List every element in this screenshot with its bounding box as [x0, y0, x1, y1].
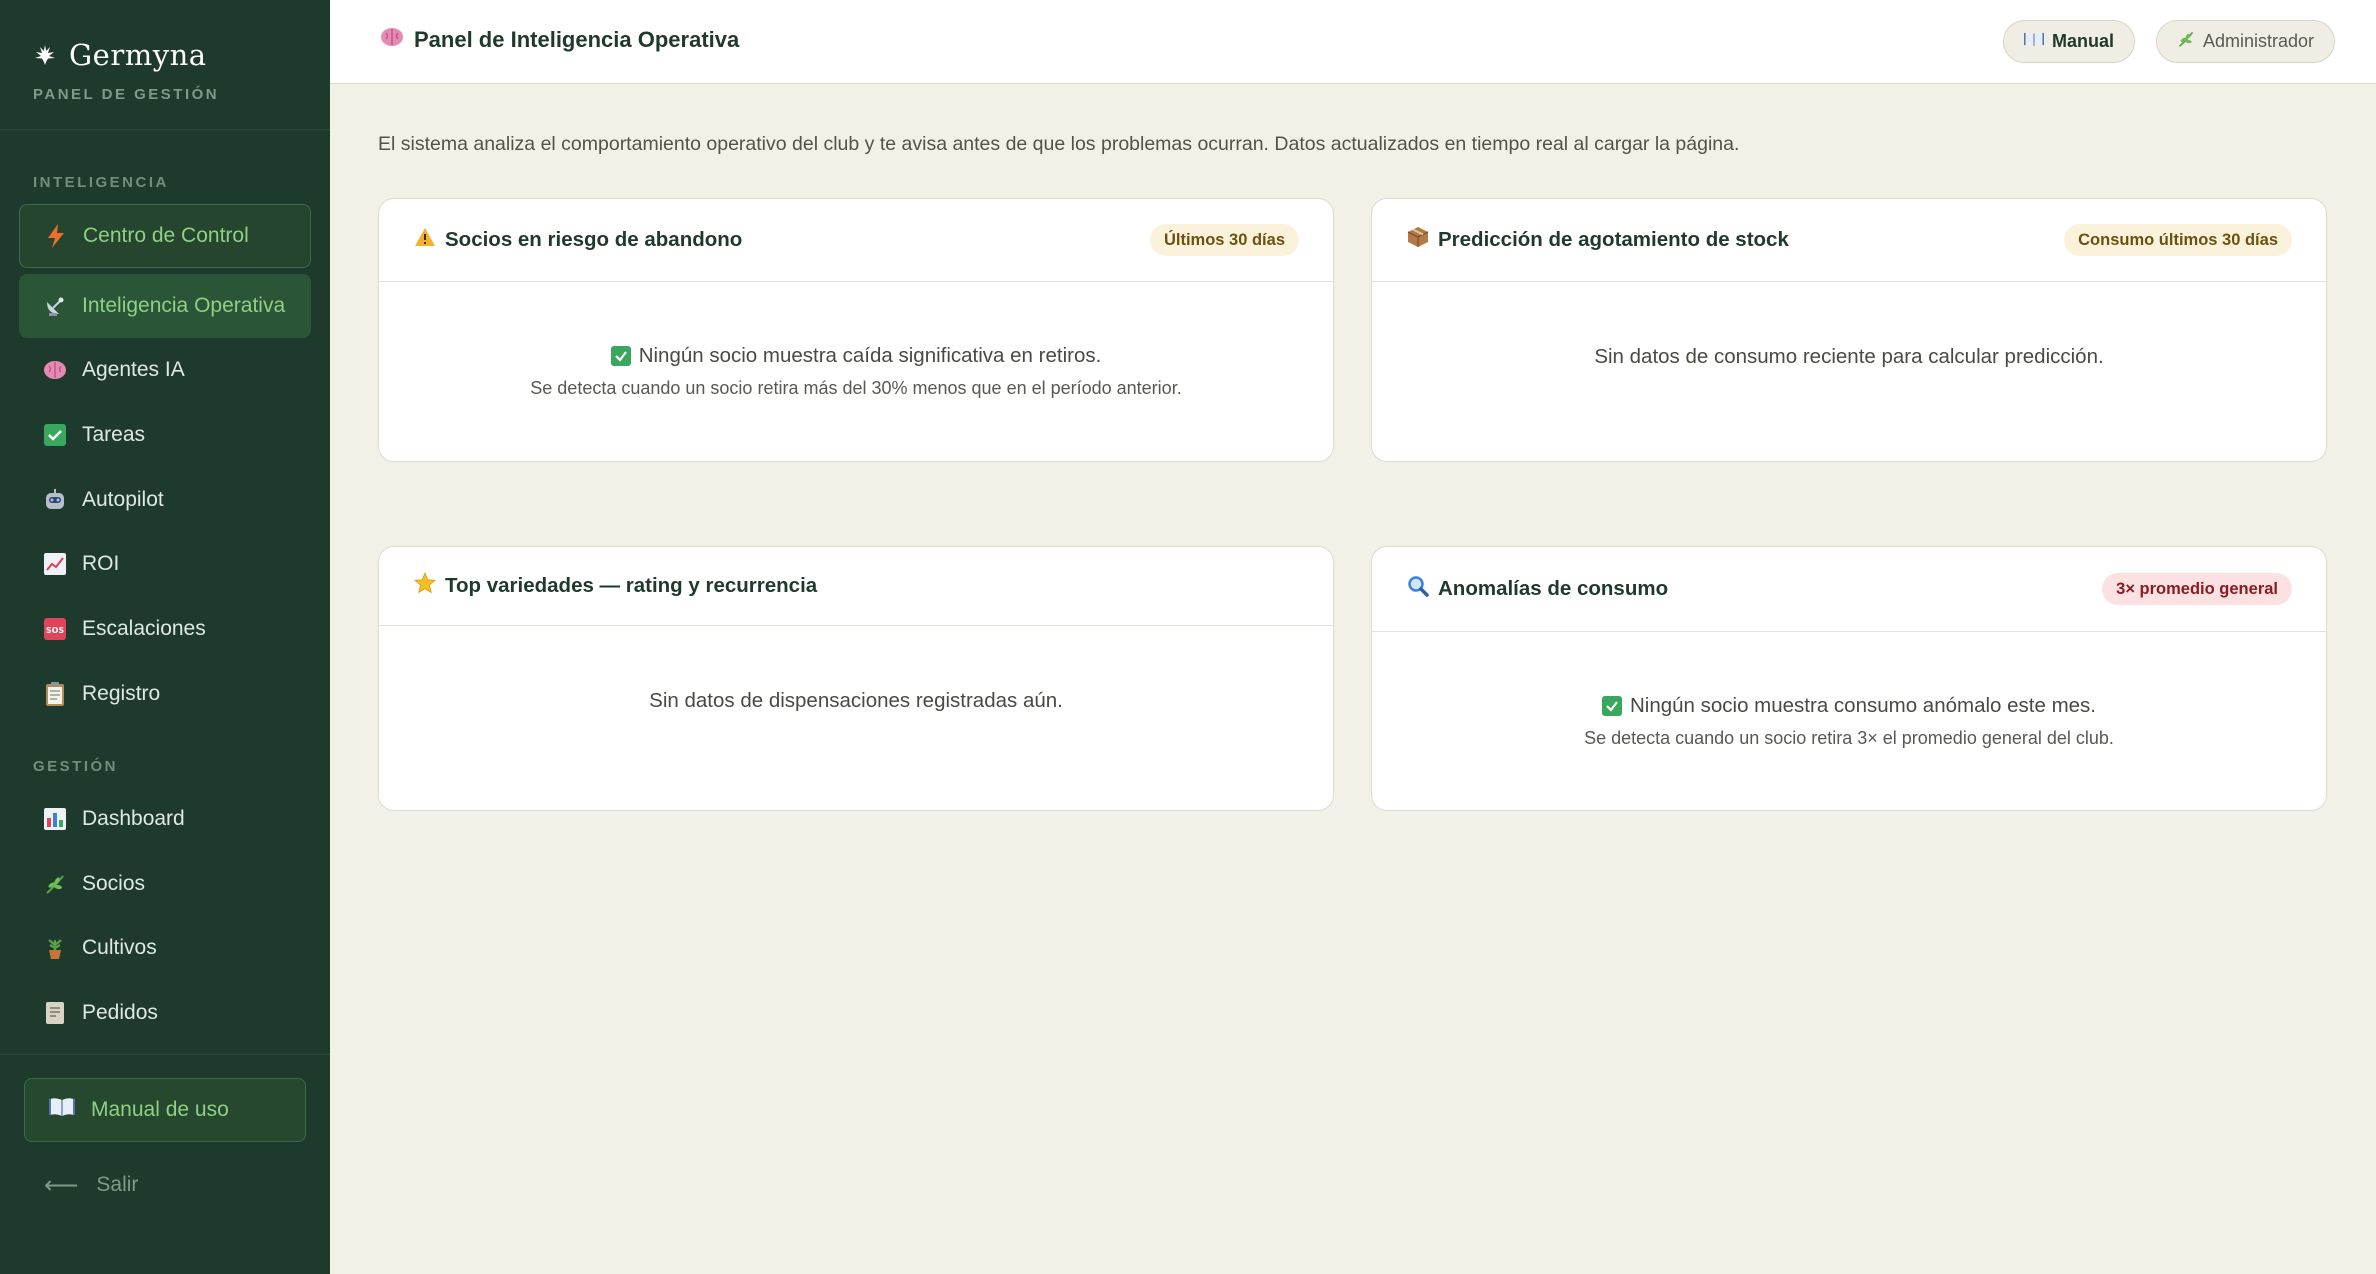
brand-subtitle: PANEL DE GESTIÓN — [33, 86, 220, 103]
manual-de-uso-label: Manual de uso — [91, 1098, 229, 1121]
card-header: Top variedades — rating y recurrencia — [379, 547, 1333, 626]
card-title-text: Anomalías de consumo — [1438, 577, 1669, 600]
user-menu-button[interactable]: Administrador — [2156, 20, 2336, 63]
status-message: Ningún socio muestra caída significativa… — [610, 344, 1102, 368]
card-title: Anomalías de consumo — [1407, 575, 1668, 603]
sidebar-item-socios[interactable]: Socios — [19, 852, 311, 916]
card-header: Anomalías de consumo 3× promedio general — [1372, 547, 2326, 632]
sidebar-item-escalaciones[interactable]: SOS Escalaciones — [19, 597, 311, 661]
consumption-anomalies-card: Anomalías de consumo 3× promedio general… — [1371, 546, 2327, 811]
sidebar-item-label: Registro — [82, 682, 161, 705]
sidebar-item-cultivos[interactable]: Cultivos — [19, 916, 311, 980]
brand: Germyna PANEL DE GESTIÓN — [0, 0, 330, 130]
card-body: Ningún socio muestra consumo anómalo est… — [1372, 632, 2326, 749]
arrow-left-icon: ⟵ — [44, 1171, 79, 1199]
page-title: Panel de Inteligencia Operativa — [380, 26, 739, 54]
sidebar-item-dashboard[interactable]: Dashboard — [19, 787, 311, 851]
sidebar-item-autopilot[interactable]: Autopilot — [19, 468, 311, 532]
sidebar-item-label: Cultivos — [82, 936, 157, 959]
star-icon — [413, 571, 437, 600]
manual-de-uso-button[interactable]: Manual de uso — [24, 1078, 306, 1142]
sidebar-item-label: Centro de Control — [83, 224, 249, 247]
sidebar-item-label: Inteligencia Operativa — [82, 294, 286, 317]
threshold-badge: 3× promedio general — [2102, 573, 2292, 605]
clipboard-icon — [42, 681, 68, 707]
sidebar-item-label: ROI — [82, 552, 120, 575]
intro-text: El sistema analiza el comportamiento ope… — [378, 133, 1740, 155]
satellite-dish-icon — [42, 293, 68, 319]
open-book-icon — [49, 1097, 75, 1123]
sidebar-divider — [0, 1054, 330, 1055]
card-body: Ningún socio muestra caída significativa… — [379, 282, 1333, 399]
sos-icon: SOS — [42, 616, 68, 642]
magnifier-icon — [1407, 575, 1429, 603]
sidebar-item-roi[interactable]: ROI — [19, 532, 311, 596]
status-message: Sin datos de dispensaciones registradas … — [649, 689, 1063, 712]
sidebar-item-centro-de-control[interactable]: Centro de Control — [19, 204, 311, 268]
cannabis-leaf-icon — [33, 43, 57, 67]
sidebar-item-registro[interactable]: Registro — [19, 662, 311, 726]
top-header: Panel de Inteligencia Operativa Manual A… — [330, 0, 2376, 84]
brand-name: Germyna — [69, 38, 207, 72]
sidebar-item-label: Escalaciones — [82, 617, 206, 640]
card-body: Sin datos de consumo reciente para calcu… — [1372, 282, 2326, 369]
sidebar: Germyna PANEL DE GESTIÓN INTELIGENCIA Ce… — [0, 0, 330, 1274]
status-detail: Se detecta cuando un socio retira 3× el … — [1584, 728, 2114, 748]
check-box-icon — [1601, 696, 1622, 716]
sidebar-item-pedidos[interactable]: Pedidos — [19, 981, 311, 1045]
bar-chart-icon — [42, 806, 68, 832]
status-message-text: Ningún socio muestra consumo anómalo est… — [1629, 694, 2097, 717]
card-header: Socios en riesgo de abandono Últimos 30 … — [379, 199, 1333, 282]
status-message-text: Ningún socio muestra caída significativa… — [638, 344, 1102, 367]
manual-button[interactable]: Manual — [2003, 20, 2136, 63]
robot-icon — [42, 487, 68, 513]
period-badge: Consumo últimos 30 días — [2064, 224, 2292, 256]
card-header: Predicción de agotamiento de stock Consu… — [1372, 199, 2326, 282]
page-title-text: Panel de Inteligencia Operativa — [414, 27, 740, 52]
card-title: Socios en riesgo de abandono — [414, 227, 742, 253]
churn-risk-card: Socios en riesgo de abandono Últimos 30 … — [378, 198, 1334, 462]
card-body: Sin datos de dispensaciones registradas … — [379, 626, 1333, 713]
logout-button[interactable]: ⟵ Salir — [44, 1168, 138, 1202]
sidebar-item-tareas[interactable]: Tareas — [19, 403, 311, 467]
manual-button-label: Manual — [2052, 31, 2115, 51]
logout-label: Salir — [96, 1173, 139, 1196]
sidebar-item-label: Autopilot — [82, 488, 164, 511]
svg-text:SOS: SOS — [46, 626, 65, 635]
check-box-icon — [42, 422, 68, 448]
potted-plant-icon — [42, 935, 68, 961]
chart-up-icon — [42, 551, 68, 577]
card-title-text: Predicción de agotamiento de stock — [1438, 228, 1789, 251]
card-title-text: Socios en riesgo de abandono — [445, 228, 743, 251]
sidebar-item-label: Agentes IA — [82, 358, 185, 381]
status-message: Sin datos de consumo reciente para calcu… — [1594, 345, 2104, 368]
open-book-icon — [2024, 31, 2044, 52]
brain-icon — [380, 26, 404, 54]
sidebar-item-label: Dashboard — [82, 807, 185, 830]
brain-icon — [42, 357, 68, 383]
sidebar-item-agentes-ia[interactable]: Agentes IA — [19, 338, 311, 402]
package-icon — [1407, 226, 1429, 254]
section-label-gestion: GESTIÓN — [33, 758, 119, 775]
status-detail: Se detecta cuando un socio retira más de… — [530, 378, 1182, 398]
card-title: Top variedades — rating y recurrencia — [413, 571, 818, 600]
receipt-icon — [42, 1000, 68, 1026]
user-menu-label: Administrador — [2203, 31, 2315, 51]
sidebar-item-label: Socios — [82, 872, 146, 895]
period-badge: Últimos 30 días — [1149, 224, 1299, 256]
check-box-icon — [610, 346, 631, 366]
card-title: Predicción de agotamiento de stock — [1407, 226, 1789, 254]
top-varieties-card: Top variedades — rating y recurrencia Si… — [378, 546, 1334, 811]
stock-prediction-card: Predicción de agotamiento de stock Consu… — [1371, 198, 2327, 462]
sidebar-item-label: Pedidos — [82, 1001, 158, 1024]
lightning-icon — [43, 223, 69, 249]
status-message: Ningún socio muestra consumo anómalo est… — [1601, 694, 2097, 718]
herb-icon — [42, 871, 68, 897]
herb-icon — [2177, 30, 2195, 53]
sidebar-item-label: Tareas — [82, 423, 146, 446]
warning-icon — [414, 227, 436, 253]
section-label-inteligencia: INTELIGENCIA — [33, 174, 169, 191]
sidebar-item-inteligencia-operativa[interactable]: Inteligencia Operativa — [19, 274, 311, 338]
card-title-text: Top variedades — rating y recurrencia — [445, 574, 818, 597]
